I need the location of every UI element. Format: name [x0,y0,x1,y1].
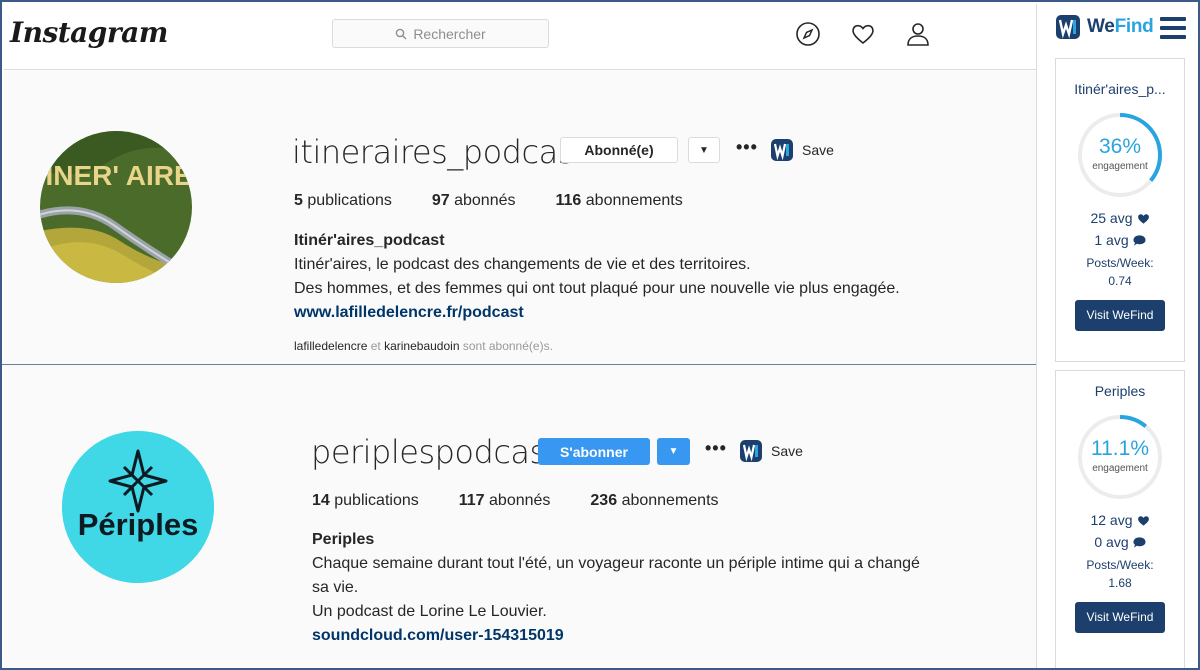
followers-stat[interactable]: 117 abonnés [459,492,551,510]
avatar-text: Périples [78,507,199,542]
browser-frame: Instagram Rechercher ITINER' AIRES itine… [0,0,1200,670]
posts-stat: 5 publications [294,192,392,209]
profile-username: periplespodcast [311,433,558,471]
wefind-save-button[interactable]: Save [770,138,834,162]
comment-bubble-icon [1133,234,1146,246]
heart-filled-icon [1137,213,1149,224]
bio-line: Des hommes, et des femmes qui ont tout p… [294,280,900,297]
posts-per-week-value: 1.68 [1108,576,1132,590]
follower-link[interactable]: karinebaudoin [384,339,459,353]
likes-average: 25 avg [1056,210,1184,226]
wefind-card-title: Periples [1094,383,1146,399]
comments-average: 1 avg [1056,232,1184,248]
suggestions-dropdown-button[interactable]: ▼ [657,438,690,465]
save-label: Save [802,142,834,158]
wefind-brand[interactable]: WeFind [1055,14,1154,40]
bio-line: Itinér'aires, le podcast des changements… [294,256,751,273]
visit-wefind-button[interactable]: Visit WeFind [1075,300,1165,331]
suggestions-dropdown-button[interactable]: ▼ [688,137,720,163]
profile-section-itineraires: ITINER' AIRES itineraires_podcast Abonné… [4,71,1036,364]
avatar[interactable]: ITINER' AIRES [40,131,192,283]
heart-filled-icon [1137,515,1149,526]
wefind-wordmark: WeFind [1087,16,1154,37]
visit-wefind-button[interactable]: Visit WeFind [1075,602,1165,633]
compass-icon[interactable] [794,20,822,48]
wefind-logo-icon [740,440,762,462]
itineraires-avatar-image: ITINER' AIRES [40,131,192,283]
engagement-percent: 11.1% [1091,437,1149,460]
header-icons [794,20,932,48]
profile-stats: 5 publications 97 abonnés 116 abonnement… [294,192,723,210]
profile-icon[interactable] [904,20,932,48]
bio-website-link[interactable]: www.lafilledelencre.fr/podcast [294,301,994,325]
posts-per-week-label: Posts/Week: [1086,256,1154,270]
heart-icon[interactable] [849,20,877,48]
posts-per-week-value: 0.74 [1108,274,1132,288]
likes-average: 12 avg [1056,512,1184,528]
engagement-label: engagement [1092,161,1148,172]
bio-line: Un podcast de Lorine Le Louvier. [312,603,547,620]
menu-icon[interactable] [1160,17,1186,39]
profile-username: itineraires_podcast [292,133,586,171]
instagram-header: Instagram Rechercher [4,4,1036,70]
posts-per-week-label: Posts/Week: [1086,558,1154,572]
profile-bio: Periples Chaque semaine durant tout l'ét… [312,528,932,648]
periples-avatar-image: Périples [62,431,214,583]
posts-stat: 14 publications [312,492,419,509]
profile-bio: Itinér'aires_podcast Itinér'aires, le po… [294,229,994,325]
comments-average: 0 avg [1056,534,1184,550]
bio-website-link[interactable]: soundcloud.com/user-154315019 [312,624,932,648]
search-placeholder: Rechercher [413,25,486,42]
follow-button[interactable]: S'abonner [538,438,650,465]
profile-stats: 14 publications 117 abonnés 236 abonneme… [312,492,759,510]
caret-down-icon: ▼ [699,144,709,156]
save-label: Save [771,443,803,459]
followed-by-text: lafilledelencre et karinebaudoin sont ab… [294,339,553,353]
bio-name: Itinér'aires_podcast [294,232,445,249]
comment-bubble-icon [1133,536,1146,548]
wefind-card-title: Itinér'aires_p... [1074,81,1166,97]
engagement-label: engagement [1092,463,1148,474]
wefind-sidebar: WeFind Itinér'aires_p... 36% engagement … [1036,4,1198,668]
avatar-text: ITINER' AIRES [40,160,192,191]
following-button[interactable]: Abonné(e) [560,137,678,163]
following-stat[interactable]: 236 abonnements [590,492,718,510]
follower-link[interactable]: lafilledelencre [294,339,367,353]
wefind-logo-icon [771,139,793,161]
search-input[interactable]: Rechercher [332,19,549,48]
more-options-icon[interactable]: ••• [736,137,758,158]
engagement-ring: 11.1% engagement [1075,412,1165,502]
bio-line: Chaque semaine durant tout l'été, un voy… [312,555,920,596]
avatar[interactable]: Périples [62,431,214,583]
engagement-percent: 36% [1098,135,1142,158]
instagram-logo[interactable]: Instagram [10,16,168,49]
more-options-icon[interactable]: ••• [705,438,727,459]
wefind-logo-icon [1056,15,1080,39]
followers-stat[interactable]: 97 abonnés [432,192,516,210]
wefind-card: Periples 11.1% engagement 12 avg 0 avg P… [1055,370,1185,668]
profile-section-periples: Périples periplespodcast S'abonner ▼ •••… [4,365,1036,668]
search-icon [396,28,407,39]
wefind-card: Itinér'aires_p... 36% engagement 25 avg … [1055,58,1185,362]
bio-name: Periples [312,531,375,548]
following-stat[interactable]: 116 abonnements [556,192,683,210]
caret-down-icon: ▼ [668,446,679,457]
engagement-ring: 36% engagement [1075,110,1165,200]
wefind-save-button[interactable]: Save [739,439,803,463]
